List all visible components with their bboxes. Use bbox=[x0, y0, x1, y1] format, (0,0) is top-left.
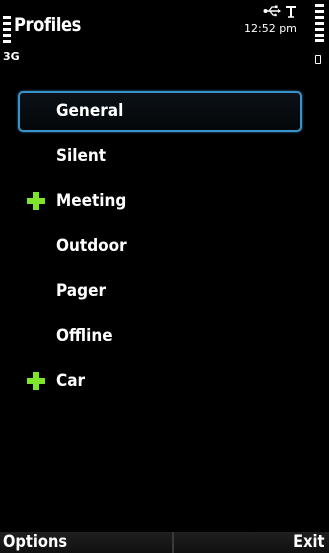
options-softkey[interactable]: Options bbox=[0, 532, 172, 553]
clock: 12:52 pm bbox=[244, 22, 297, 35]
list-item-label: General bbox=[56, 101, 124, 121]
options-softkey-label: Options bbox=[3, 532, 68, 552]
list-item-silent[interactable]: Silent bbox=[0, 135, 329, 180]
list-item-label: Offline bbox=[56, 326, 113, 346]
profiles-screen: Profiles 3G 12:52 pm General Silent Meet… bbox=[0, 0, 329, 553]
usb-icon bbox=[263, 5, 281, 17]
list-item-label: Car bbox=[56, 371, 86, 391]
list-item-pager[interactable]: Pager bbox=[0, 270, 329, 315]
profile-list: General Silent Meeting Outdoor Pager Off… bbox=[0, 90, 329, 405]
exit-softkey-label: Exit bbox=[293, 532, 325, 552]
plus-icon bbox=[27, 192, 45, 210]
battery-level-icon bbox=[315, 4, 324, 42]
list-item-label: Outdoor bbox=[56, 236, 127, 256]
list-item-label: Silent bbox=[56, 146, 107, 166]
list-item-offline[interactable]: Offline bbox=[0, 315, 329, 360]
page-title: Profiles bbox=[14, 14, 81, 36]
list-item-meeting[interactable]: Meeting bbox=[0, 180, 329, 225]
network-type-indicator: 3G bbox=[3, 50, 20, 63]
exit-softkey[interactable]: Exit bbox=[174, 532, 329, 553]
signal-strength-icon bbox=[3, 16, 11, 43]
plus-icon bbox=[27, 372, 45, 390]
list-item-general[interactable]: General bbox=[0, 90, 329, 135]
antenna-icon bbox=[286, 6, 296, 18]
softkey-bar: Options Exit bbox=[0, 532, 329, 553]
list-item-label: Meeting bbox=[56, 191, 127, 211]
list-item-outdoor[interactable]: Outdoor bbox=[0, 225, 329, 270]
list-item-car[interactable]: Car bbox=[0, 360, 329, 405]
list-item-label: Pager bbox=[56, 281, 107, 301]
battery-indicator-icon bbox=[315, 55, 321, 64]
